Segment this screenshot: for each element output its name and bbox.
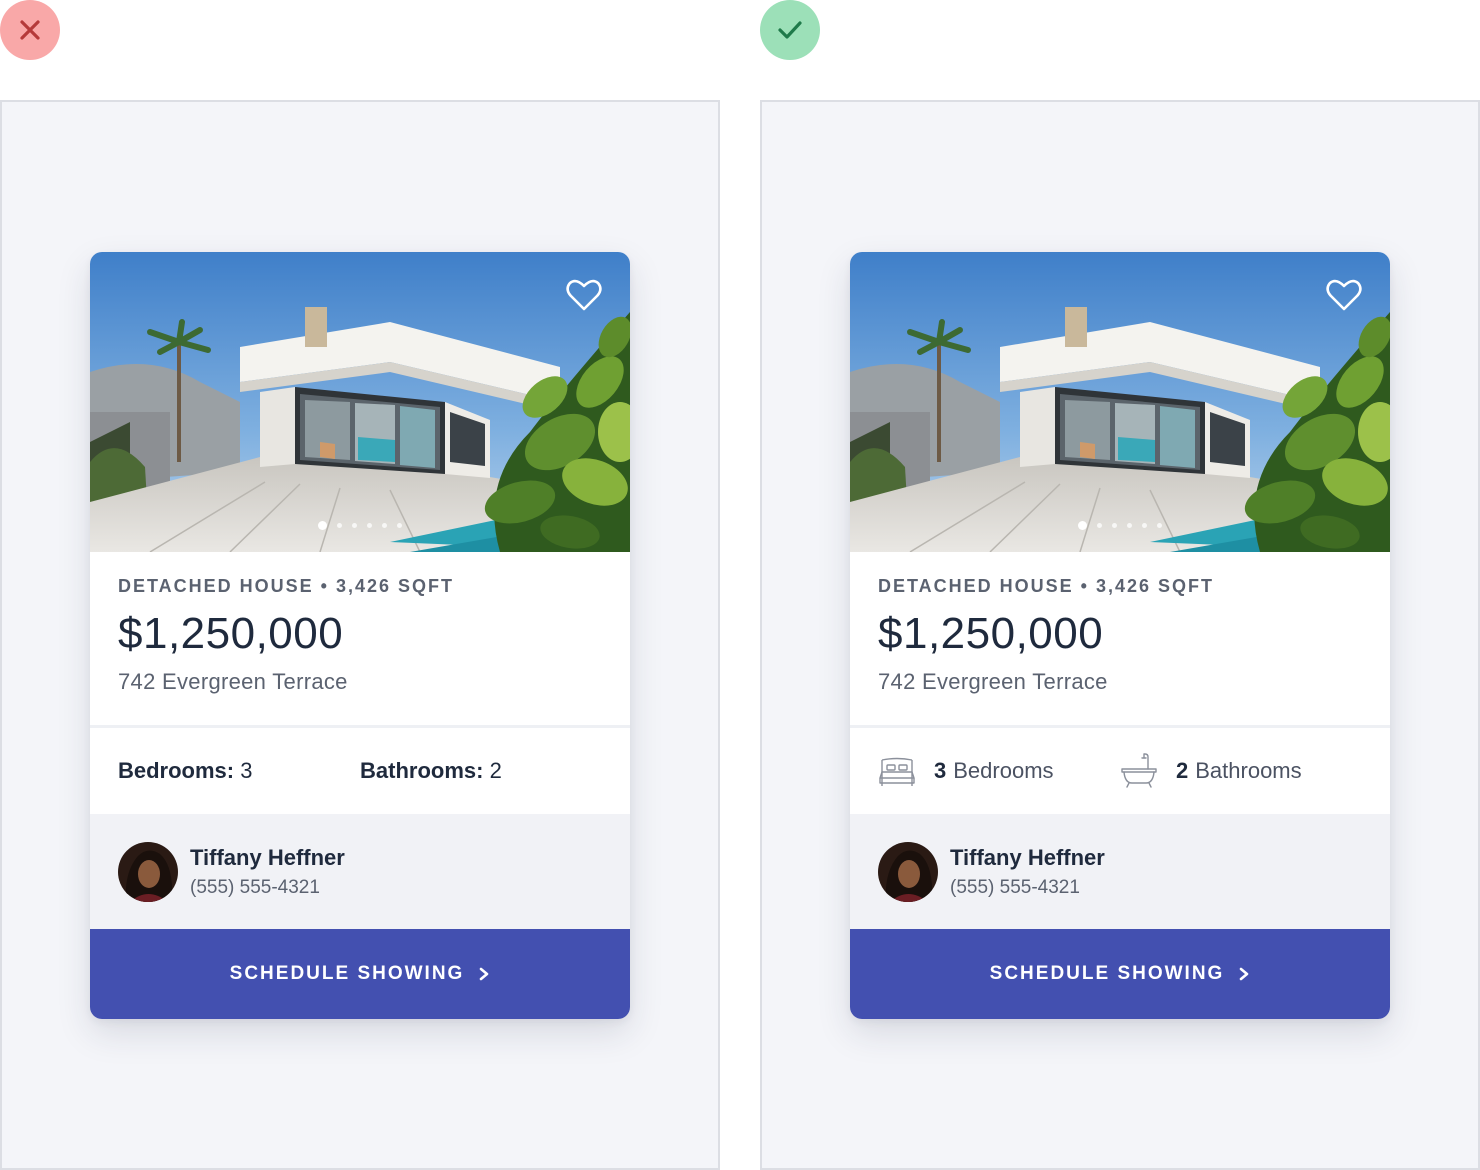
- pagination-dot[interactable]: [1127, 523, 1132, 528]
- good-example-panel: DETACHED HOUSE • 3,426 SQFT $1,250,000 7…: [760, 100, 1480, 1170]
- bedrooms-label: Bedrooms:: [118, 758, 235, 783]
- chevron-right-icon: [480, 967, 489, 981]
- listing-address: 742 Evergreen Terrace: [118, 669, 348, 694]
- x-mark-icon: [20, 20, 40, 40]
- schedule-showing-button[interactable]: SCHEDULE SHOWING: [90, 929, 630, 1019]
- bedrooms-feature: Bedrooms: 3: [118, 758, 360, 784]
- listing-info: DETACHED HOUSE • 3,426 SQFT $1,250,000 7…: [850, 552, 1390, 728]
- pagination-dot[interactable]: [318, 521, 327, 530]
- bedrooms-value: 3: [934, 758, 947, 783]
- listing-photo[interactable]: [850, 252, 1390, 552]
- agent-section: Tiffany Heffner (555) 555-4321: [90, 814, 630, 929]
- pagination-dot[interactable]: [382, 523, 387, 528]
- bedrooms-feature: 3 Bedrooms: [878, 752, 1120, 790]
- listing-photo[interactable]: [90, 252, 630, 552]
- bathrooms-label: Bathrooms:: [360, 758, 484, 783]
- bathrooms-value: 2: [1176, 758, 1189, 783]
- avatar: [878, 841, 938, 902]
- agent-phone[interactable]: (555) 555-4321: [190, 877, 345, 899]
- listing-price: $1,250,000: [118, 609, 344, 658]
- pagination-dot[interactable]: [1078, 521, 1087, 530]
- good-example-badge: [760, 0, 820, 60]
- heart-icon[interactable]: [1326, 278, 1362, 312]
- pagination-dot[interactable]: [367, 523, 372, 528]
- photo-pagination: [850, 521, 1390, 530]
- bathrooms-feature: 2 Bathrooms: [1120, 752, 1302, 790]
- listing-address: 742 Evergreen Terrace: [878, 669, 1108, 694]
- bed-icon: [879, 757, 915, 786]
- house-image: [90, 252, 630, 552]
- avatar: [118, 841, 178, 902]
- schedule-showing-label: SCHEDULE SHOWING: [989, 963, 1225, 984]
- schedule-showing-label: SCHEDULE SHOWING: [229, 963, 465, 984]
- agent-name: Tiffany Heffner: [190, 844, 345, 870]
- pagination-dot[interactable]: [1142, 523, 1147, 528]
- listing-card: DETACHED HOUSE • 3,426 SQFT $1,250,000 7…: [850, 252, 1390, 1019]
- chevron-right-icon: [1240, 967, 1249, 981]
- agent-section: Tiffany Heffner (555) 555-4321: [850, 814, 1390, 929]
- listing-price: $1,250,000: [878, 609, 1104, 658]
- photo-pagination: [90, 521, 630, 530]
- pagination-dot[interactable]: [397, 523, 402, 528]
- bad-example-panel: DETACHED HOUSE • 3,426 SQFT $1,250,000 7…: [0, 100, 720, 1170]
- listing-features: 3 Bedrooms 2 Bathrooms: [850, 728, 1390, 814]
- listing-card: DETACHED HOUSE • 3,426 SQFT $1,250,000 7…: [90, 252, 630, 1019]
- listing-meta: DETACHED HOUSE • 3,426 SQFT: [878, 576, 1215, 596]
- pagination-dot[interactable]: [337, 523, 342, 528]
- bathtub-icon: [1121, 753, 1157, 788]
- house-image: [850, 252, 1390, 552]
- bedrooms-value: 3: [240, 758, 253, 783]
- pagination-dot[interactable]: [352, 523, 357, 528]
- bathrooms-value: 2: [489, 758, 502, 783]
- pagination-dot[interactable]: [1157, 523, 1162, 528]
- bathrooms-label: Bathrooms: [1195, 758, 1302, 783]
- check-mark-icon: [778, 21, 802, 39]
- pagination-dot[interactable]: [1097, 523, 1102, 528]
- bad-example-badge: [0, 0, 60, 60]
- agent-name: Tiffany Heffner: [950, 844, 1105, 870]
- agent-phone[interactable]: (555) 555-4321: [950, 877, 1105, 899]
- schedule-showing-button[interactable]: SCHEDULE SHOWING: [850, 929, 1390, 1019]
- heart-icon[interactable]: [566, 278, 602, 312]
- listing-info: DETACHED HOUSE • 3,426 SQFT $1,250,000 7…: [90, 552, 630, 728]
- bathrooms-feature: Bathrooms: 2: [360, 758, 502, 784]
- bedrooms-label: Bedrooms: [953, 758, 1054, 783]
- listing-features: Bedrooms: 3 Bathrooms: 2: [90, 728, 630, 814]
- pagination-dot[interactable]: [1112, 523, 1117, 528]
- listing-meta: DETACHED HOUSE • 3,426 SQFT: [118, 576, 455, 596]
